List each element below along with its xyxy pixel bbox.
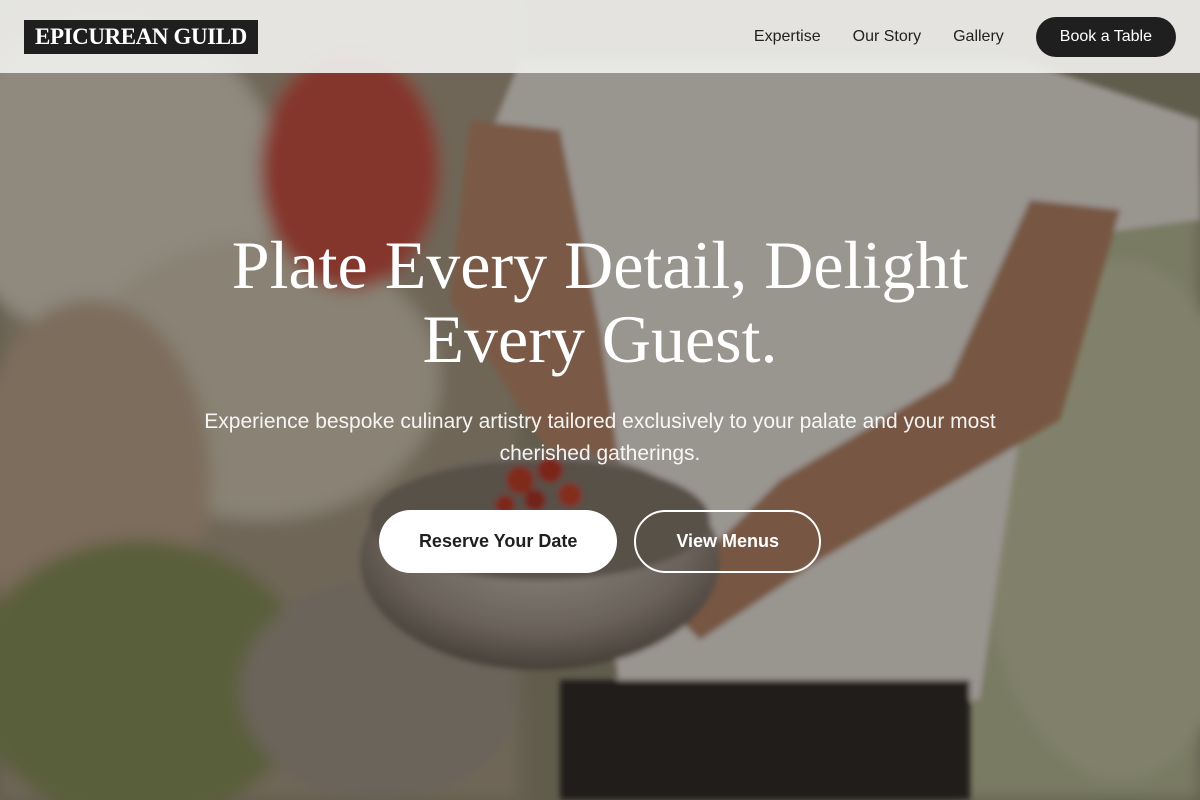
hero-subtitle: Experience bespoke culinary artistry tai… <box>204 410 996 465</box>
nav-link-our-story[interactable]: Our Story <box>853 28 921 46</box>
hero-section: Plate Every Detail, Delight Every Guest.… <box>0 228 1200 573</box>
main-nav: Expertise Our Story Gallery Book a Table <box>754 16 1176 57</box>
hero-cta-row: Reserve Your Date View Menus <box>0 510 1200 573</box>
reserve-your-date-button[interactable]: Reserve Your Date <box>378 510 618 573</box>
nav-link-gallery[interactable]: Gallery <box>953 28 1004 46</box>
site-logo[interactable]: EPICUREAN GUILD <box>24 19 258 54</box>
book-a-table-button[interactable]: Book a Table <box>1035 16 1176 57</box>
hero-title: Plate Every Detail, Delight Every Guest. <box>231 227 969 377</box>
site-header: EPICUREAN GUILD Expertise Our Story Gall… <box>0 0 1200 73</box>
nav-link-expertise[interactable]: Expertise <box>754 28 821 46</box>
view-menus-button[interactable]: View Menus <box>634 510 822 573</box>
